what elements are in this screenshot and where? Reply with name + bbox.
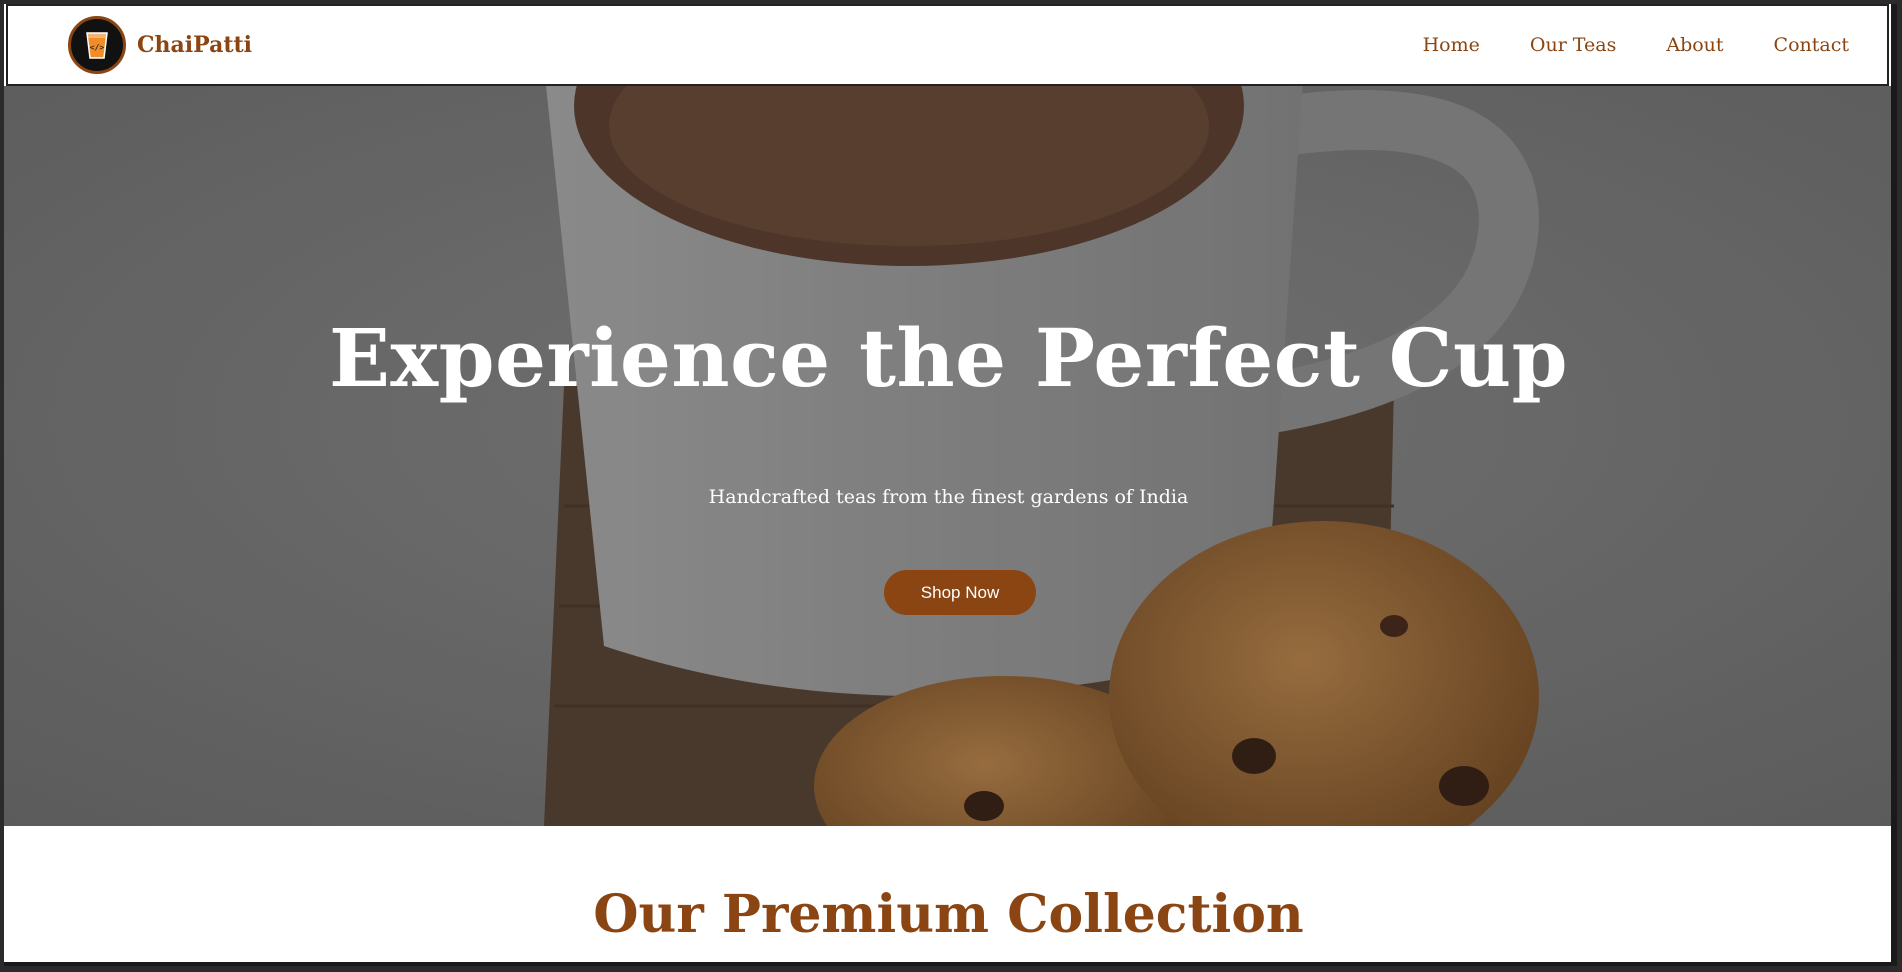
navbar: </> ChaiPatti Home Our Teas About Contac… xyxy=(6,4,1889,86)
brand-link[interactable]: </> ChaiPatti xyxy=(68,16,252,74)
shop-now-button[interactable]: Shop Now xyxy=(884,570,1036,615)
hero-title: Experience the Perfect Cup xyxy=(328,311,1569,405)
svg-text:</>: </> xyxy=(90,43,105,52)
brand-name: ChaiPatti xyxy=(137,32,253,58)
main-nav: Home Our Teas About Contact xyxy=(1373,34,1849,56)
hero-section: Experience the Perfect Cup Handcrafted t… xyxy=(4,86,1891,826)
nav-link-our-teas[interactable]: Our Teas xyxy=(1530,34,1616,56)
browser-viewport: </> ChaiPatti Home Our Teas About Contac… xyxy=(4,4,1897,966)
nav-link-about[interactable]: About xyxy=(1666,34,1723,56)
hero-content: Experience the Perfect Cup Handcrafted t… xyxy=(4,86,1891,826)
hero-subtitle: Handcrafted teas from the finest gardens… xyxy=(708,486,1189,508)
nav-link-home[interactable]: Home xyxy=(1423,34,1480,56)
collection-heading: Our Premium Collection xyxy=(593,884,1304,945)
nav-link-contact[interactable]: Contact xyxy=(1774,34,1849,56)
tea-glass-icon: </> xyxy=(68,16,126,74)
